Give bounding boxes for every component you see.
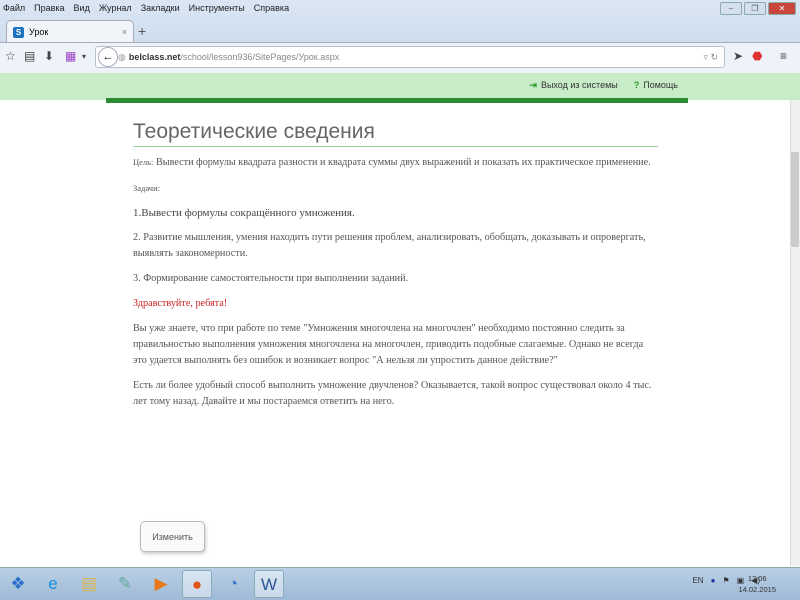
help-tray-icon[interactable]: ● — [711, 576, 716, 585]
url-bar[interactable]: ◍ belclass.net /school/lesson936/SitePag… — [95, 46, 725, 68]
reload-icon[interactable]: ▿ ↻ — [703, 52, 718, 63]
clock-date: 14.02.2015 — [738, 585, 776, 594]
paragraph-1: Вы уже знаете, что при работе по теме "У… — [133, 323, 644, 366]
title-divider — [133, 146, 658, 147]
flag-icon[interactable]: ⚑ — [722, 576, 729, 585]
restore-button[interactable]: ❐ — [744, 2, 766, 15]
menu-bookmarks[interactable]: Закладки — [141, 3, 180, 13]
menu-file[interactable]: Файл — [3, 3, 25, 13]
clipboard-icon[interactable]: ▤ — [24, 49, 35, 63]
menu-bar: Файл Правка Вид Журнал Закладки Инструме… — [0, 0, 289, 16]
tab-title: Урок — [29, 27, 49, 37]
media-player-icon[interactable]: ▶ — [146, 570, 176, 598]
menu-edit[interactable]: Правка — [34, 3, 64, 13]
menu-history[interactable]: Журнал — [99, 3, 132, 13]
menu-tools[interactable]: Инструменты — [189, 3, 245, 13]
task-1: 1.Вывести формулы сокращённого умножения… — [133, 207, 355, 219]
ie-icon[interactable]: e — [38, 570, 68, 598]
window-controls: – ❐ ✕ — [720, 2, 796, 15]
task-3: 3. Формирование самостоятельности при вы… — [133, 273, 409, 284]
logout-link[interactable]: ⇥ Выход из системы — [529, 80, 617, 91]
adblock-icon[interactable]: ⬣ — [752, 49, 762, 63]
edit-button[interactable]: Изменить — [140, 521, 205, 552]
header-strip — [106, 98, 688, 103]
url-host: belclass.net — [128, 52, 181, 62]
tasks-label: Задачи: — [133, 183, 160, 193]
minimize-button[interactable]: – — [720, 2, 742, 15]
help-link[interactable]: ? Помощь — [634, 80, 678, 91]
bookmark-star-icon[interactable]: ☆ — [5, 49, 16, 63]
paragraph-2: Есть ли более удобный способ выполнить у… — [133, 380, 652, 407]
tab-lesson[interactable]: S Урок × — [6, 20, 134, 43]
menu-help[interactable]: Справка — [254, 3, 289, 13]
paint-icon[interactable]: ✎ — [110, 570, 140, 598]
explorer-icon[interactable]: ▤ — [74, 570, 104, 598]
site-links: ⇥ Выход из системы ? Помощь — [529, 80, 678, 91]
start-button[interactable]: ❖ — [3, 570, 33, 598]
back-button[interactable]: ← — [98, 47, 118, 67]
word-icon[interactable]: W — [254, 570, 284, 598]
dropdown-icon[interactable]: ▾ — [82, 52, 86, 61]
close-tab-icon[interactable]: × — [122, 27, 127, 37]
clock-time: 12:06 — [747, 574, 767, 583]
url-path: /school/lesson936/SitePages/Урок.aspx — [180, 52, 340, 62]
close-button[interactable]: ✕ — [768, 2, 796, 15]
help-icon: ? — [633, 80, 640, 90]
send-icon[interactable]: ➤ — [733, 49, 743, 63]
sharepoint-icon: S — [13, 26, 24, 38]
logout-icon: ⇥ — [529, 80, 537, 90]
goal: Цель: Вывести формулы квадрата разности … — [133, 157, 651, 168]
download-icon[interactable]: ⬇ — [44, 49, 54, 63]
clock[interactable]: 12:06 14.02.2015 — [738, 573, 776, 595]
task-2: 2. Развитие мышления, умения находить пу… — [133, 232, 646, 259]
greeting: Здравствуйте, ребята! — [133, 298, 228, 309]
language-indicator[interactable]: EN — [692, 576, 703, 585]
page-content: Теоретические сведения Цель: Вывести фор… — [133, 120, 658, 419]
hamburger-menu-icon[interactable]: ≡ — [780, 49, 787, 63]
app-icon[interactable]: ◔ — [218, 570, 248, 598]
page-title: Теоретические сведения — [133, 120, 375, 143]
firefox-icon[interactable]: ● — [182, 570, 212, 598]
scrollbar-thumb[interactable] — [791, 152, 799, 247]
globe-icon: ◍ — [118, 51, 126, 62]
menu-view[interactable]: Вид — [74, 3, 90, 13]
site-header-bar — [0, 73, 800, 100]
new-tab-button[interactable]: + — [138, 23, 146, 39]
apps-grid-icon[interactable]: ▦ — [65, 49, 76, 63]
